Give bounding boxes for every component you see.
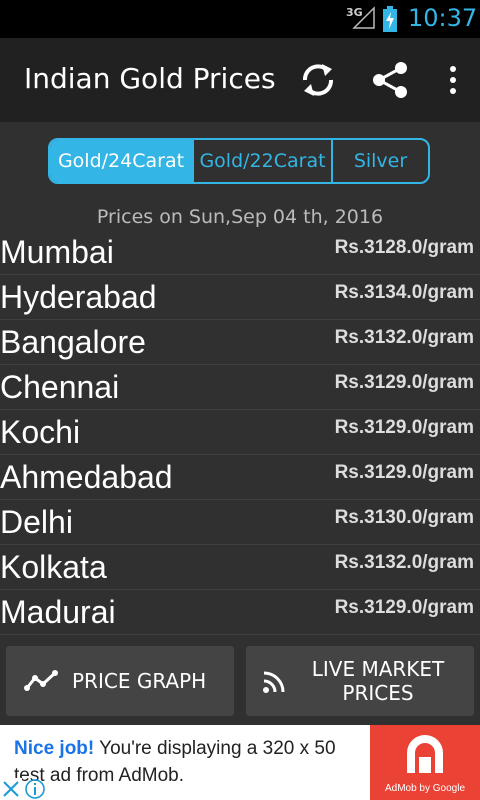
city-price: Rs.3129.0/gram [334, 417, 474, 438]
tab-gold-24-carat[interactable]: Gold/24Carat [50, 140, 192, 182]
city-name: Hyderabad [0, 279, 157, 315]
ad-headline: Nice job! [14, 738, 95, 759]
battery-charging-icon [383, 6, 397, 32]
tab-gold-22-carat[interactable]: Gold/22Carat [192, 140, 331, 182]
ad-text: Nice job! You're displaying a 320 x 50 t… [14, 735, 364, 789]
admob-logo-icon [407, 735, 443, 773]
price-graph-button[interactable]: PRICE GRAPH [6, 646, 234, 716]
ad-close-icon[interactable] [0, 778, 22, 800]
city-price: Rs.3129.0/gram [334, 372, 474, 393]
rss-feed-icon [263, 671, 285, 693]
ad-info-icon[interactable] [24, 778, 46, 800]
clock: 10:37 [408, 4, 478, 32]
price-row[interactable]: Hyderabad Rs.3134.0/gram [0, 275, 480, 320]
tab-silver[interactable]: Silver [331, 140, 428, 182]
city-name: Ahmedabad [0, 459, 173, 495]
app-title: Indian Gold Prices [24, 62, 276, 95]
admob-logo: AdMob by Google [370, 725, 480, 800]
signal-icon [352, 6, 375, 29]
action-bar: Indian Gold Prices [0, 38, 480, 122]
price-date: Prices on Sun,Sep 04 th, 2016 [96, 206, 384, 228]
ad-banner[interactable]: Nice job! You're displaying a 320 x 50 t… [0, 725, 480, 800]
city-name: Madurai [0, 594, 116, 630]
live-market-label: LIVE MARKET PRICES [298, 657, 458, 705]
share-button[interactable] [366, 56, 414, 104]
price-row[interactable]: Delhi Rs.3130.0/gram [0, 500, 480, 545]
status-bar: 3G 10:37 [0, 0, 480, 38]
admob-brand-text: AdMob by Google [384, 783, 466, 794]
city-price: Rs.3130.0/gram [334, 507, 474, 528]
city-price: Rs.3132.0/gram [334, 552, 474, 573]
price-row[interactable]: Kolkata Rs.3132.0/gram [0, 545, 480, 590]
city-price: Rs.3129.0/gram [334, 462, 474, 483]
share-icon [373, 62, 407, 98]
price-row[interactable]: Mumbai Rs.3128.0/gram [0, 230, 480, 275]
city-name: Mumbai [0, 234, 114, 270]
price-row[interactable]: Chennai Rs.3129.0/gram [0, 365, 480, 410]
live-market-prices-button[interactable]: LIVE MARKET PRICES [246, 646, 474, 716]
refresh-button[interactable] [294, 56, 342, 104]
price-row[interactable]: Ahmedabad Rs.3129.0/gram [0, 455, 480, 500]
price-graph-label: PRICE GRAPH [72, 669, 207, 693]
live-market-label-line1: LIVE MARKET [311, 657, 445, 681]
city-name: Bangalore [0, 324, 146, 360]
city-name: Kolkata [0, 549, 107, 585]
city-price: Rs.3132.0/gram [334, 327, 474, 348]
trend-line-icon [24, 670, 58, 691]
city-name: Delhi [0, 504, 73, 540]
live-market-label-line2: PRICES [342, 681, 414, 705]
price-list: Mumbai Rs.3128.0/gram Hyderabad Rs.3134.… [0, 230, 480, 635]
price-row[interactable]: Madurai Rs.3129.0/gram [0, 590, 480, 635]
city-price: Rs.3128.0/gram [334, 237, 474, 258]
price-row[interactable]: Kochi Rs.3129.0/gram [0, 410, 480, 455]
overflow-menu-button[interactable] [430, 56, 476, 104]
price-row[interactable]: Bangalore Rs.3132.0/gram [0, 320, 480, 365]
overflow-menu-icon [450, 66, 456, 94]
city-price: Rs.3134.0/gram [334, 282, 474, 303]
metal-tabs: Gold/24Carat Gold/22Carat Silver [48, 138, 430, 184]
city-name: Kochi [0, 414, 81, 450]
refresh-icon [303, 64, 333, 96]
content-area: Gold/24Carat Gold/22Carat Silver Prices … [0, 122, 480, 642]
city-price: Rs.3129.0/gram [334, 597, 474, 618]
city-name: Chennai [0, 369, 120, 405]
